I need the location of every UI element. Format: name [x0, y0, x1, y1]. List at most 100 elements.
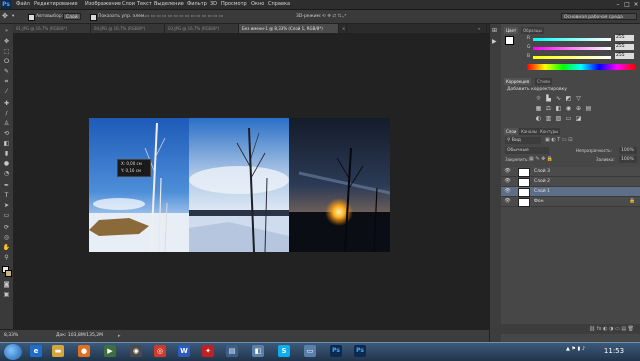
workspace-dropdown[interactable]: Основная рабочая среда [561, 13, 637, 20]
color-lookup-icon[interactable]: ▤ [585, 106, 592, 112]
marquee-tool[interactable]: ⬚ [2, 48, 11, 56]
menu-item-6[interactable]: Фильтр [187, 0, 207, 9]
gradient-tool[interactable]: ▮ [2, 150, 11, 158]
show-transform-checkbox[interactable] [90, 14, 97, 21]
crop-tool[interactable]: ⌗ [2, 78, 11, 86]
menu-item-10[interactable]: Справка [268, 0, 290, 9]
brightness-icon[interactable]: ☼ [535, 96, 542, 102]
levels-icon[interactable]: ▙ [545, 96, 552, 102]
move-tool-icon[interactable]: ✥ [2, 13, 8, 20]
explorer-window-icon[interactable]: ▭ [304, 345, 316, 357]
invert-icon[interactable]: ◐ [535, 116, 542, 122]
chrome-icon[interactable]: ◎ [154, 345, 166, 357]
quick-mask-icon[interactable]: ◙ [2, 281, 11, 289]
layer-kind-filter[interactable]: ⚲ Вид [505, 137, 541, 144]
layer-filter-icons[interactable]: ▣ ◐ T ▭ ⊡ [545, 137, 572, 143]
tab-styles[interactable]: Стили [535, 78, 552, 85]
layers-footer-buttons[interactable]: ⛓ fx ◐ ◑ ▭ ▤ 🗑 [501, 324, 640, 334]
3d-rotate-tool[interactable]: ⟳ [2, 224, 11, 232]
curves-icon[interactable]: ∿ [555, 96, 562, 102]
word-icon[interactable]: W [178, 345, 190, 357]
layer-name[interactable]: Слой 3 [534, 167, 550, 176]
close-button[interactable]: × [632, 1, 640, 8]
posterize-icon[interactable]: ▥ [545, 116, 552, 122]
blend-mode-dropdown[interactable]: Обычные [505, 147, 549, 154]
menu-item-5[interactable]: Выделение [154, 0, 184, 9]
shape-tool[interactable]: ▭ [2, 212, 11, 220]
document-canvas[interactable]: X: 0,00 см Y: 0,16 см [89, 118, 391, 253]
tab-doc-03[interactable]: 03.JPG @ 16,7% (RGB/8*) [165, 24, 239, 33]
history-brush-tool[interactable]: ⟲ [2, 130, 11, 138]
menu-item-9[interactable]: Окно [251, 0, 264, 9]
hand-tool[interactable]: ✋ [2, 244, 11, 252]
menu-item-3[interactable]: Слои [122, 0, 135, 9]
history-panel-icon[interactable]: ⊞ [492, 27, 497, 34]
visibility-eye-icon[interactable]: 👁 [504, 198, 511, 205]
layer-row-2[interactable]: 👁 Слой 2 [501, 177, 640, 187]
path-select-tool[interactable]: ➤ [2, 202, 11, 210]
visibility-eye-icon[interactable]: 👁 [504, 168, 511, 175]
opacity-field[interactable]: 100% [619, 147, 637, 154]
screen-mode-icon[interactable]: ▣ [2, 291, 11, 299]
menu-item-2[interactable]: Изображение [85, 0, 121, 9]
dodge-tool[interactable]: ◔ [2, 170, 11, 178]
layer-row-3[interactable]: 👁 Слой 3 [501, 167, 640, 177]
menu-item-4[interactable]: Текст [137, 0, 152, 9]
tool-preset-picker[interactable]: ▾ [12, 13, 14, 20]
channel-g-value[interactable]: 255 [615, 44, 634, 50]
media-icon[interactable]: ▶ [104, 345, 116, 357]
minimize-button[interactable]: – [614, 1, 622, 8]
channel-b-slider[interactable] [533, 56, 611, 59]
start-button[interactable] [4, 344, 22, 360]
tab-channels[interactable]: Каналы [519, 128, 540, 135]
quick-select-tool[interactable]: ✎ [2, 68, 11, 76]
menu-item-1[interactable]: Редактирование [34, 0, 78, 9]
align-buttons[interactable]: ▭ ▭ ▭ ▭ ▭ ▭ ▭ ▭ ▭ ▭ ▭ ▭ ▭ ▭ [145, 13, 223, 20]
exposure-icon[interactable]: ◩ [565, 96, 572, 102]
maximize-button[interactable]: □ [623, 1, 631, 8]
layer-row-1[interactable]: 👁 Слой 1 [501, 187, 640, 197]
tab-overflow-icon[interactable]: » [475, 24, 487, 33]
foreground-swatch[interactable] [505, 36, 514, 45]
tab-layers[interactable]: Слои [504, 128, 519, 135]
tab-swatches[interactable]: Образцы [521, 27, 544, 34]
layer-name[interactable]: Слой 2 [534, 177, 550, 186]
color-balance-icon[interactable]: ⚖ [545, 106, 552, 112]
ebook-icon[interactable]: ▤ [226, 345, 238, 357]
photoshop-task-icon[interactable]: Ps [330, 345, 342, 357]
channel-mixer-icon[interactable]: ⊕ [575, 106, 582, 112]
photoshop-task-icon-2[interactable]: Ps [354, 345, 366, 357]
collapse-tools-icon[interactable]: » [2, 27, 11, 35]
black-white-icon[interactable]: ◧ [555, 106, 562, 112]
status-menu-arrow-icon[interactable]: ▸ [118, 333, 121, 339]
autoselect-checkbox[interactable] [28, 14, 35, 21]
tab-color[interactable]: Цвет [504, 27, 519, 34]
threshold-icon[interactable]: ▧ [555, 116, 562, 122]
zoom-level[interactable]: 8,33% [4, 333, 18, 338]
eyedropper-tool[interactable]: ⁄ [2, 88, 11, 96]
media-player-icon[interactable]: ◉ [130, 345, 142, 357]
eraser-tool[interactable]: ◧ [2, 140, 11, 148]
layer-row-background[interactable]: 👁 Фон 🔒 [501, 197, 640, 207]
lasso-tool[interactable]: ⵔ [2, 58, 11, 66]
vibrance-icon[interactable]: ▽ [575, 96, 582, 102]
firefox-icon[interactable]: ● [78, 345, 90, 357]
tab-adjustments[interactable]: Коррекция [504, 78, 531, 85]
tray-icons[interactable]: ▲ ⚑ ▮ ♪ [566, 346, 585, 352]
pdf-icon[interactable]: ✦ [202, 345, 214, 357]
blur-tool[interactable]: ● [2, 160, 11, 168]
move-tool[interactable]: ✥ [2, 38, 11, 46]
photo-filter-icon[interactable]: ◉ [565, 106, 572, 112]
skype-icon[interactable]: S [278, 345, 290, 357]
tab-close-icon[interactable]: × [339, 24, 347, 33]
background-color-swatch[interactable] [5, 270, 12, 277]
visibility-eye-icon[interactable]: 👁 [504, 178, 511, 185]
app-icon[interactable]: ◧ [252, 345, 264, 357]
tab-doc-01[interactable]: 01.JPG @ 16,7% (RGB/8*) [13, 24, 91, 33]
channel-r-value[interactable]: 255 [615, 35, 634, 41]
3d-mode-buttons[interactable]: ⟲ ✥ ⇄ ⇅ ⤢ [322, 13, 346, 20]
3d-camera-tool[interactable]: ◎ [2, 234, 11, 242]
lock-icons[interactable]: ▦ ✎ ✥ 🔒 [529, 156, 553, 162]
gradient-map-icon[interactable]: ▭ [565, 116, 572, 122]
tab-paths[interactable]: Контуры [538, 128, 561, 135]
